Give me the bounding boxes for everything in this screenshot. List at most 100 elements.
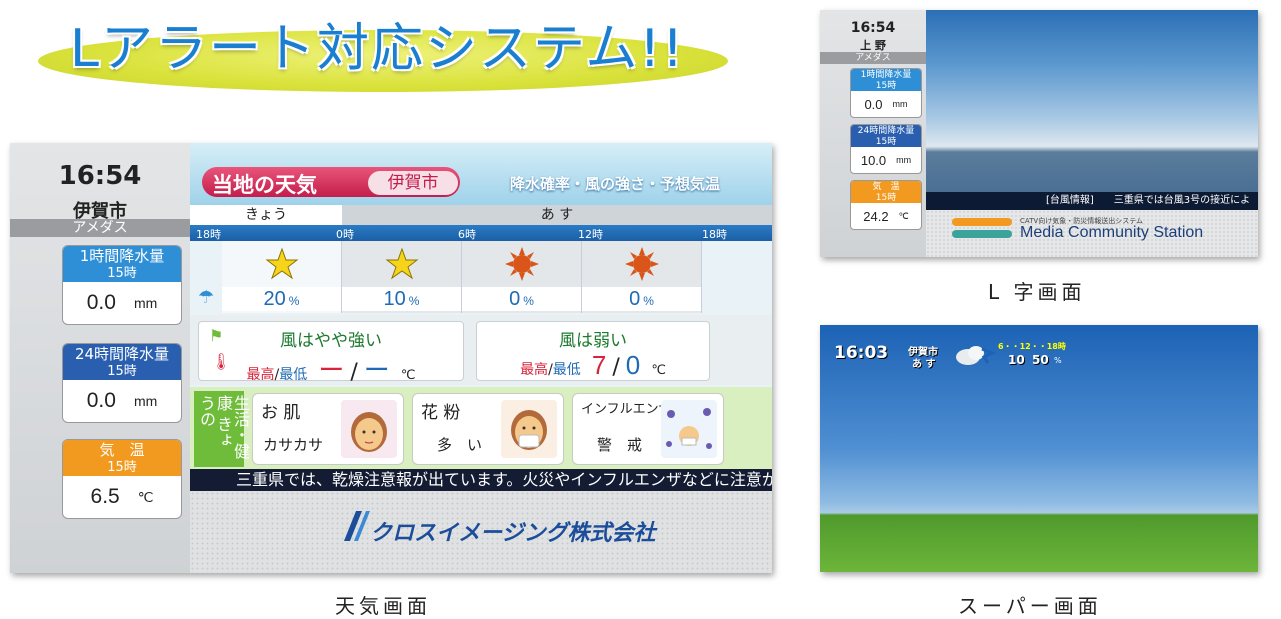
today-wind-box: ⚑ 🌡 風はやや強い 最高/最低 ー / ー ℃ <box>198 321 464 385</box>
hi-temp: 7 <box>591 350 607 380</box>
company-logo-icon <box>340 509 370 543</box>
day-today: きょう <box>190 205 342 225</box>
life-health-area: 生活・健康 きょうの お 肌 カサカサ 花 粉 多 い インフルエンザ 警 戒 <box>190 387 772 469</box>
lo-temp: 0 <box>625 350 641 380</box>
hi-label: 最高 <box>520 362 549 378</box>
l-station: アメダス <box>820 52 926 64</box>
influenza-card: インフルエンザ 警 戒 <box>572 393 724 465</box>
l-rain-1h-box: 1時間降水量 15時 0.0 mm <box>850 68 922 118</box>
stat-hour: 15時 <box>63 266 181 282</box>
life-value: カサカサ <box>263 436 324 454</box>
life-tag: 生活・健康 きょうの <box>194 391 250 467</box>
s-clock: 16:03 <box>834 343 889 363</box>
stat-unit: mm <box>133 393 158 409</box>
temperature-box: 気 温 15時 6.5 ℃ <box>62 439 182 519</box>
life-title: 花 粉 <box>421 403 461 423</box>
stat-value: 10.0 <box>860 152 887 168</box>
stat-hour: 15時 <box>63 460 181 476</box>
wind-text: 風はやや強い <box>280 331 382 351</box>
stat-label: 1時間降水量 <box>851 69 921 81</box>
hi-label: 最高 <box>246 367 275 383</box>
temp-unit: ℃ <box>400 368 416 383</box>
lo-label: 最低 <box>279 367 308 383</box>
forecast-unit: % <box>288 294 300 308</box>
header-subtitle: 降水確率・風の強さ・予想気温 <box>510 175 721 193</box>
forecast-area: 当地の天気 伊賀市 降水確率・風の強さ・予想気温 きょう あ す 18時 0時 … <box>190 143 772 573</box>
l-footer-title: Media Community Station <box>1020 224 1204 241</box>
virus-face-icon <box>661 400 717 458</box>
skin-card: お 肌 カサカサ <box>252 393 404 465</box>
l-sky-image <box>926 10 1258 192</box>
s-day: あ す <box>912 359 936 370</box>
l-temperature-box: 気 温 15時 24.2 ℃ <box>850 180 922 230</box>
stat-value: 24.2 <box>863 208 889 224</box>
forecast-unit: % <box>408 294 420 308</box>
stat-hour: 15時 <box>851 193 921 203</box>
dry-skin-face-icon <box>341 400 397 458</box>
l-clock: 16:54 <box>850 20 896 36</box>
forecast-pct: 20 <box>263 288 286 310</box>
forecast-pct: 0 <box>629 288 641 310</box>
s-hours: 6・・12・・18時 <box>998 342 1066 351</box>
stat-hour: 15時 <box>851 137 921 147</box>
hour-label: 18時 <box>702 228 727 241</box>
caption-l-screen: L 字画面 <box>988 280 1086 304</box>
stat-value: 0.0 <box>86 389 116 412</box>
rain-24h-box: 24時間降水量 15時 0.0 mm <box>62 343 182 423</box>
wind-temp-area: ⚑ 🌡 風はやや強い 最高/最低 ー / ー ℃ 風は弱い 最高/最低 7/0 ℃ <box>190 315 772 385</box>
rain-1h-box: 1時間降水量 15時 0.0 mm <box>62 245 182 325</box>
clock: 16:54 <box>58 161 142 191</box>
stat-label: 気 温 <box>63 440 181 460</box>
page-title: 当地の天気 <box>212 173 317 197</box>
wind-text: 風は弱い <box>559 331 627 351</box>
stat-unit: mm <box>896 155 912 165</box>
lo-label: 最低 <box>552 362 581 378</box>
s-pct-2: 50 <box>1032 353 1049 367</box>
temp-unit: ℃ <box>651 363 666 378</box>
stat-unit: ℃ <box>898 210 909 221</box>
cloud-sun-icon <box>952 343 996 367</box>
caption-super-screen: スーパー画面 <box>958 594 1102 618</box>
l-badge-orange <box>952 218 1012 226</box>
footer: クロスイメージング株式会社 <box>190 491 772 573</box>
umbrella-icon: ☂ <box>198 287 215 308</box>
super-screen: 16:03 伊賀市 あ す 6・・12・・18時 10 50 % <box>820 325 1258 572</box>
s-pct-unit: % <box>1054 356 1062 365</box>
stat-label: 1時間降水量 <box>63 246 181 266</box>
forecast-pct: 0 <box>509 288 521 310</box>
hour-bar: 18時 0時 6時 12時 18時 <box>190 225 772 241</box>
life-value: 警 戒 <box>597 436 643 454</box>
life-title: インフルエンザ <box>581 402 672 417</box>
stat-unit: mm <box>892 99 908 109</box>
forecast-unit: % <box>523 294 534 308</box>
life-value: 多 い <box>437 436 483 454</box>
title-city: 伊賀市 <box>368 171 458 195</box>
stat-label: 24時間降水量 <box>63 344 181 364</box>
forecast-pct: 10 <box>383 288 406 310</box>
stat-hour: 15時 <box>63 364 181 380</box>
forecast-cell: 0% <box>462 241 582 313</box>
stat-label: 気 温 <box>851 181 921 193</box>
tomorrow-wind-box: 風は弱い 最高/最低 7/0 ℃ <box>476 321 710 381</box>
station-label: アメダス <box>10 219 190 237</box>
l-footer: CATV向け気象・防災情報送出システム Media Community Stat… <box>926 210 1258 257</box>
l-badge-teal <box>952 230 1012 238</box>
l-city: 上 野 <box>860 39 886 52</box>
l-ticker: [台風情報] 三重県では台風3号の接近によ <box>926 192 1258 210</box>
company-name: クロスイメージング株式会社 <box>370 521 656 546</box>
hour-label: 6時 <box>458 228 476 241</box>
l-rain-24h-box: 24時間降水量 15時 10.0 mm <box>850 124 922 174</box>
lo-temp: ー <box>363 355 390 385</box>
star-icon <box>342 247 461 281</box>
s-pct-1: 10 <box>1008 353 1025 367</box>
caption-weather: 天気画面 <box>335 594 431 618</box>
hour-label: 12時 <box>578 228 603 241</box>
forecast-unit: % <box>643 294 654 308</box>
forecast-cell: 20% <box>222 241 342 313</box>
stat-unit: ℃ <box>137 488 154 505</box>
forecast-cell: 10% <box>342 241 462 313</box>
stat-value: 6.5 <box>90 485 120 508</box>
news-ticker: 三重県では、乾燥注意報が出ています。火災やインフルエンザなどに注意が <box>190 469 772 491</box>
masked-face-icon <box>501 400 557 458</box>
forecast-cell: 0% <box>582 241 702 313</box>
